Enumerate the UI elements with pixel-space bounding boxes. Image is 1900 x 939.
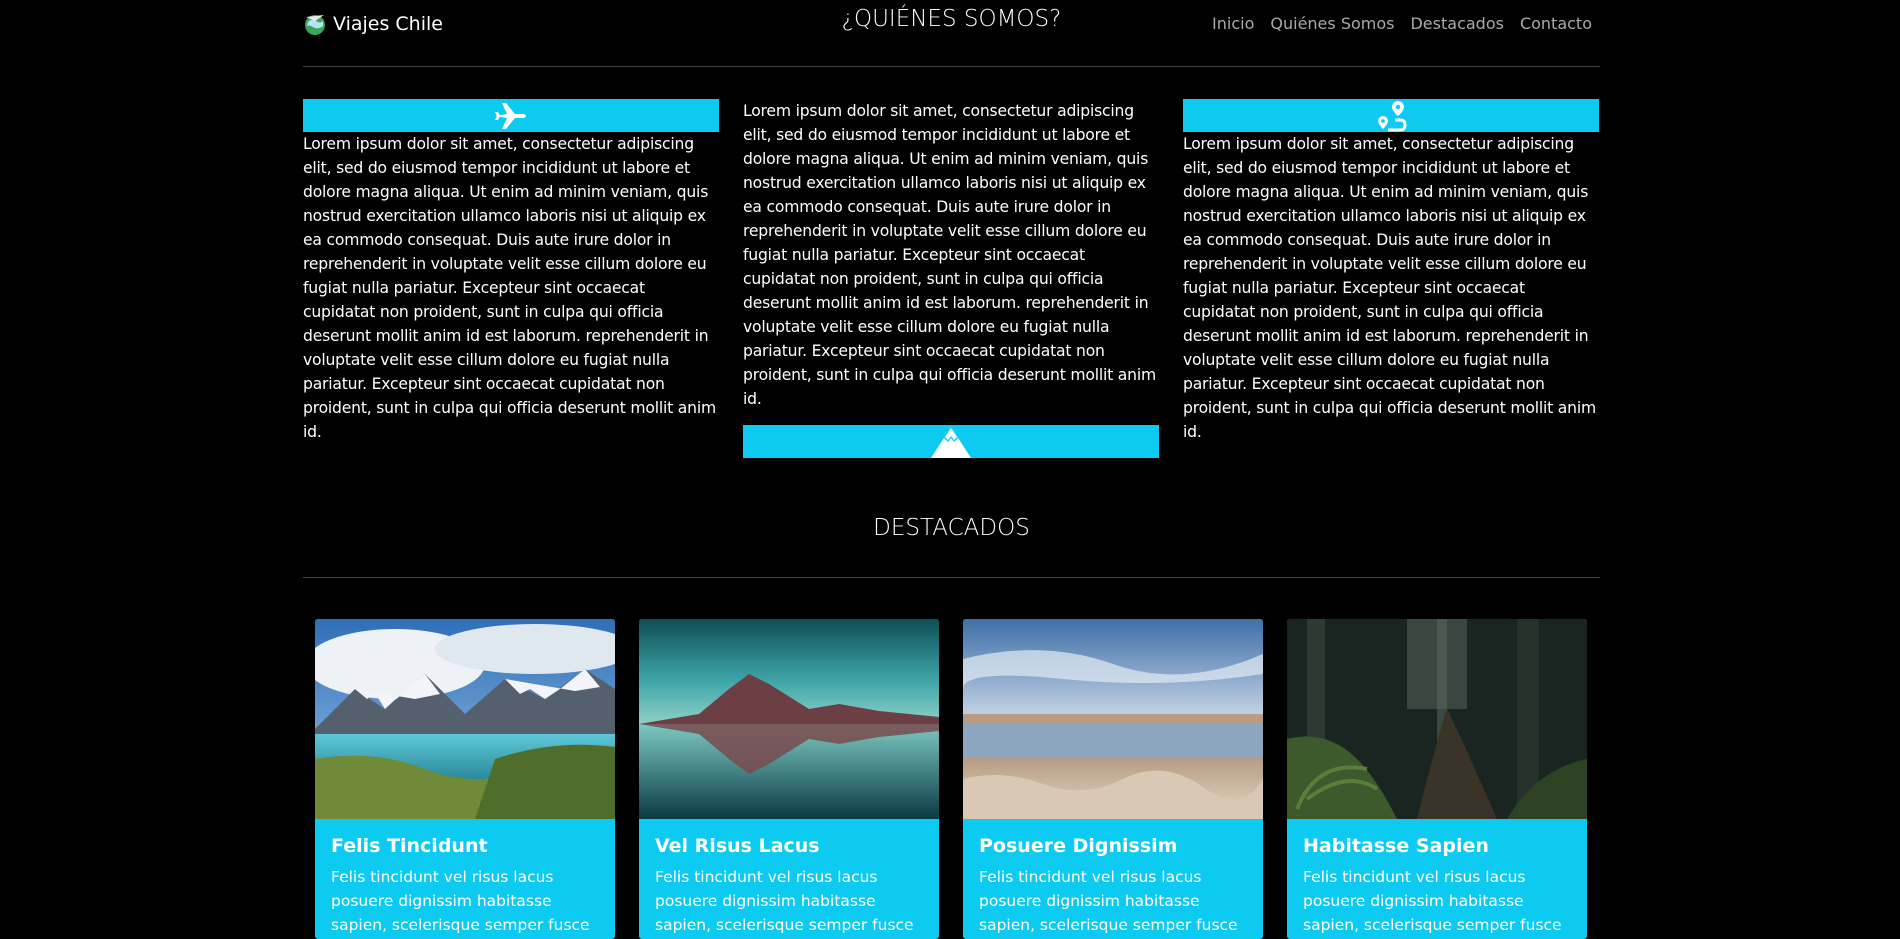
brand-link[interactable]: Viajes Chile xyxy=(303,12,443,36)
airplane-icon xyxy=(495,102,526,129)
mountain-icon xyxy=(931,427,971,458)
destination-card[interactable]: Habitasse Sapien Felis tincidunt vel ris… xyxy=(1287,619,1587,939)
card-text: Felis tincidunt vel risus lacus posuere … xyxy=(1303,868,1562,934)
nav-menu: Inicio Quiénes Somos Destacados Contacto xyxy=(1212,14,1592,33)
card-body: Posuere Dignissim Felis tincidunt vel ri… xyxy=(963,819,1263,939)
card-title: Felis Tincidunt xyxy=(331,835,488,857)
card-title: Vel Risus Lacus xyxy=(655,835,820,857)
about-paragraph: Lorem ipsum dolor sit amet, consectetur … xyxy=(743,102,1156,408)
route-icon xyxy=(1378,101,1407,132)
nav-link-inicio[interactable]: Inicio xyxy=(1212,14,1254,33)
icon-bar xyxy=(743,425,1159,458)
about-column-2: Lorem ipsum dolor sit amet, consectetur … xyxy=(743,99,1159,458)
card-image-salt-flat-lagoon xyxy=(963,619,1263,819)
section-title-destacados: DESTACADOS xyxy=(873,515,1030,541)
icon-bar xyxy=(1183,99,1599,132)
card-title: Posuere Dignissim xyxy=(979,835,1178,857)
card-image-mountain-lake xyxy=(315,619,615,819)
card-body: Vel Risus Lacus Felis tincidunt vel risu… xyxy=(639,819,939,939)
about-column-3: Lorem ipsum dolor sit amet, consectetur … xyxy=(1183,99,1599,444)
destination-card[interactable]: Posuere Dignissim Felis tincidunt vel ri… xyxy=(963,619,1263,939)
brand-name: Viajes Chile xyxy=(333,13,443,35)
about-section: Lorem ipsum dolor sit amet, consectetur … xyxy=(303,99,1600,458)
destination-card[interactable]: Felis Tincidunt Felis tincidunt vel risu… xyxy=(315,619,615,939)
about-paragraph: Lorem ipsum dolor sit amet, consectetur … xyxy=(1183,135,1596,441)
card-list: Felis Tincidunt Felis tincidunt vel risu… xyxy=(315,619,1587,939)
icon-bar xyxy=(303,99,719,132)
card-text: Felis tincidunt vel risus lacus posuere … xyxy=(655,868,914,934)
about-paragraph: Lorem ipsum dolor sit amet, consectetur … xyxy=(303,135,716,441)
card-body: Felis Tincidunt Felis tincidunt vel risu… xyxy=(315,819,615,939)
card-text: Felis tincidunt vel risus lacus posuere … xyxy=(979,868,1238,934)
nav-link-contacto[interactable]: Contacto xyxy=(1520,14,1592,33)
card-title: Habitasse Sapien xyxy=(1303,835,1489,857)
navbar: Viajes Chile ¿QUIÉNES SOMOS? Inicio Quié… xyxy=(303,0,1600,67)
card-image-volcano-reflection xyxy=(639,619,939,819)
destination-card[interactable]: Vel Risus Lacus Felis tincidunt vel risu… xyxy=(639,619,939,939)
header-divider xyxy=(303,66,1600,67)
card-image-forest-path xyxy=(1287,619,1587,819)
destacados-divider xyxy=(303,577,1600,578)
nav-link-destacados[interactable]: Destacados xyxy=(1410,14,1503,33)
nav-link-quienes-somos[interactable]: Quiénes Somos xyxy=(1270,14,1394,33)
globe-logo-icon xyxy=(305,15,325,35)
about-column-1: Lorem ipsum dolor sit amet, consectetur … xyxy=(303,99,719,444)
card-text: Felis tincidunt vel risus lacus posuere … xyxy=(331,868,590,934)
card-body: Habitasse Sapien Felis tincidunt vel ris… xyxy=(1287,819,1587,939)
